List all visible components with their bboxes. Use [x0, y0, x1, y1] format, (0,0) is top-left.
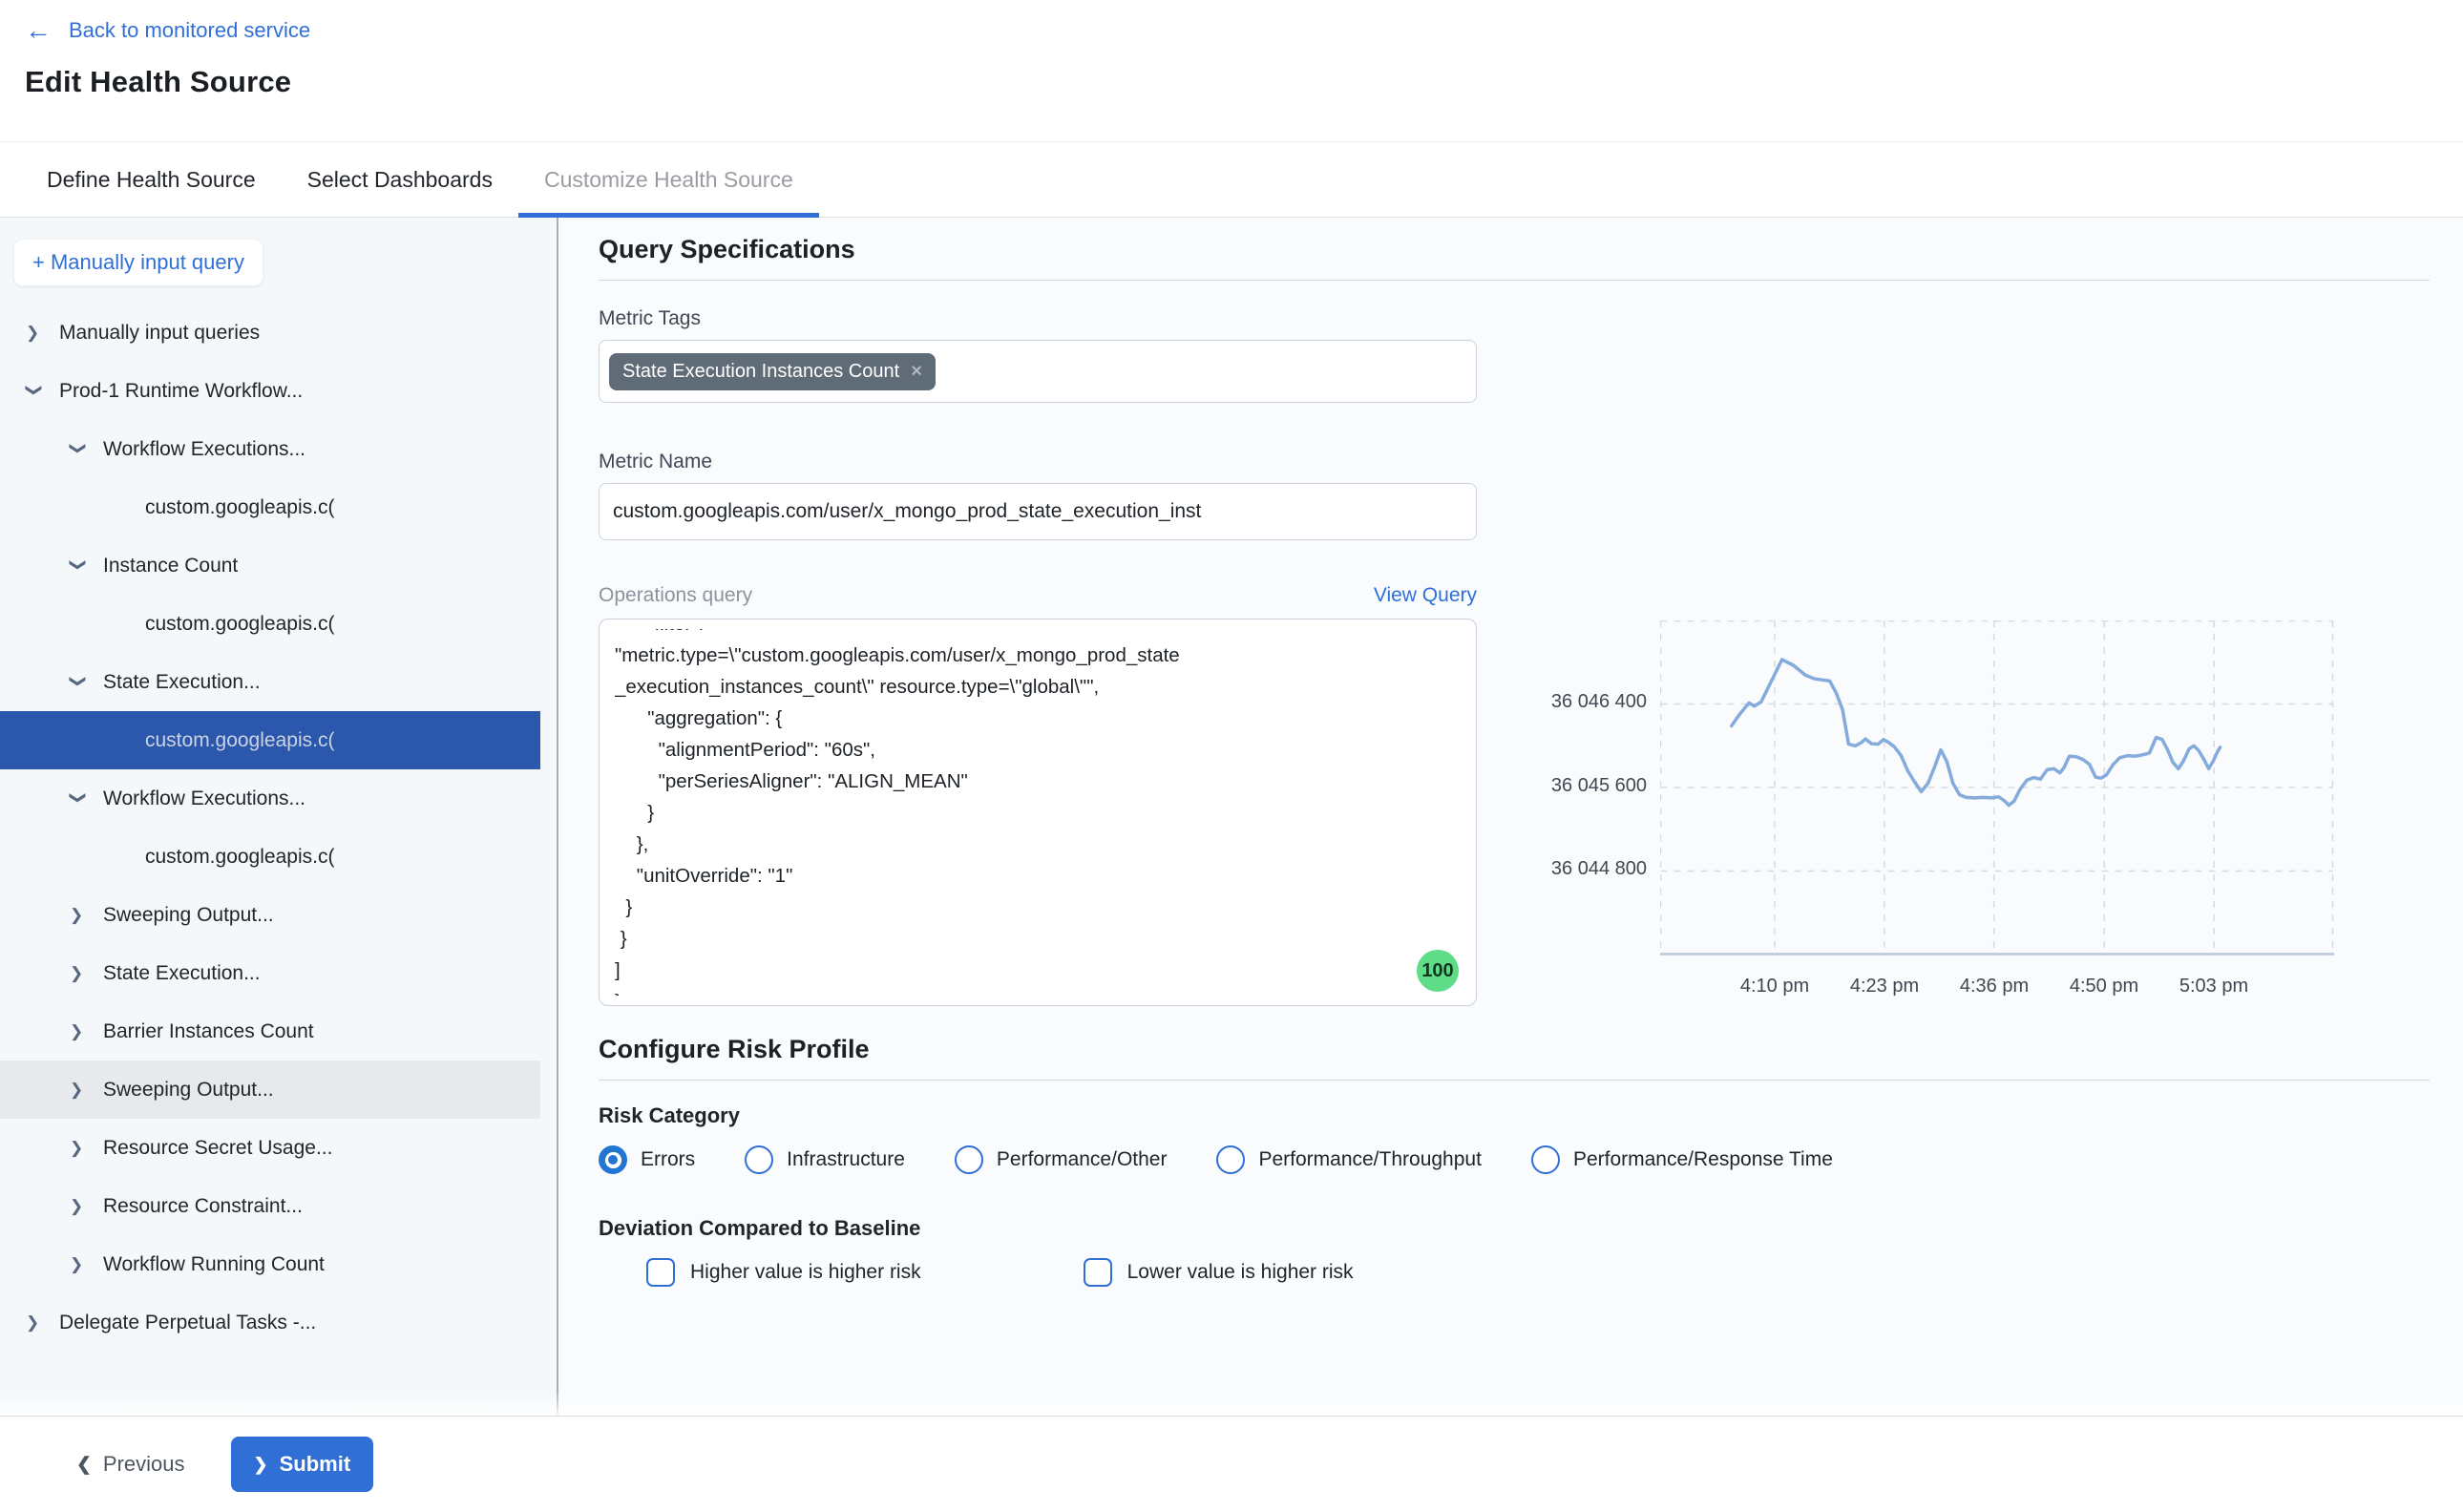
y-axis-label-3: 36 044 800 [1526, 858, 1647, 880]
x-axis-label-3: 4:36 pm [1960, 976, 2029, 998]
tree-leaf-custom-googleapis-2[interactable]: custom.googleapis.c( [0, 595, 540, 653]
wizard-footer: ❮ Previous ❯ Submit [0, 1416, 2463, 1512]
query-score-badge: 100 [1417, 950, 1459, 992]
chevron-right-icon[interactable]: ❯ [70, 1022, 86, 1041]
chevron-right-icon[interactable]: ❯ [70, 1197, 86, 1216]
metric-tags-input[interactable]: State Execution Instances Count × [599, 340, 1477, 403]
content-area: + Manually input query ❯ Manually input … [0, 218, 2463, 1416]
tree-item-state-execution-2[interactable]: ❯ State Execution... [0, 944, 540, 1002]
metric-preview-chart: 36 046 400 36 045 600 36 044 800 [1526, 620, 2463, 1021]
x-axis-label-1: 4:10 pm [1740, 976, 1809, 998]
metric-name-label: Metric Name [599, 451, 2430, 473]
risk-category-radio-group: Errors Infrastructure Performance/Other … [599, 1145, 2430, 1174]
view-query-link[interactable]: View Query [1374, 584, 1477, 607]
radio-performance-other[interactable]: Performance/Other [955, 1145, 1168, 1174]
radio-icon[interactable] [1531, 1145, 1560, 1174]
operations-query-textarea[interactable]: "filter": "metric.type=\"custom.googleap… [599, 619, 1477, 1006]
chevron-right-icon: ❯ [254, 1455, 268, 1475]
checkbox-higher-value-higher-risk[interactable]: Higher value is higher risk [646, 1258, 921, 1287]
tree-item-sweeping-output-2[interactable]: ❯ Sweeping Output... [0, 1060, 540, 1119]
back-link-label: Back to monitored service [69, 18, 310, 43]
tree-item-manually-input-queries[interactable]: ❯ Manually input queries [0, 304, 540, 362]
chevron-down-icon[interactable]: ❯ [69, 557, 88, 574]
radio-performance-throughput[interactable]: Performance/Throughput [1216, 1145, 1481, 1174]
tree-leaf-custom-googleapis-1[interactable]: custom.googleapis.c( [0, 478, 540, 536]
deviation-baseline-label: Deviation Compared to Baseline [599, 1216, 2430, 1241]
tree-item-sweeping-output-1[interactable]: ❯ Sweeping Output... [0, 886, 540, 944]
query-specifications-panel: Query Specifications Metric Tags State E… [558, 218, 2463, 1416]
checkbox-icon[interactable] [1084, 1258, 1112, 1287]
metric-line [1732, 660, 2221, 806]
submit-button[interactable]: ❯ Submit [231, 1437, 374, 1492]
radio-performance-response-time[interactable]: Performance/Response Time [1531, 1145, 1833, 1174]
metric-tree-sidebar: + Manually input query ❯ Manually input … [0, 218, 558, 1416]
chevron-right-icon[interactable]: ❯ [26, 324, 42, 343]
tree-leaf-custom-googleapis-selected[interactable]: custom.googleapis.c( [0, 711, 540, 769]
query-specifications-title: Query Specifications [599, 235, 2430, 264]
x-axis-label-4: 4:50 pm [2070, 976, 2138, 998]
close-icon[interactable]: × [911, 362, 922, 381]
tab-customize-health-source[interactable]: Customize Health Source [518, 142, 819, 217]
tree-item-workflow-executions-2[interactable]: ❯ Workflow Executions... [0, 769, 540, 828]
tree-item-resource-secret-usage[interactable]: ❯ Resource Secret Usage... [0, 1119, 540, 1177]
chevron-down-icon[interactable]: ❯ [69, 674, 88, 690]
section-divider [599, 1080, 2430, 1081]
chevron-right-icon[interactable]: ❯ [70, 1081, 86, 1100]
chevron-right-icon[interactable]: ❯ [70, 1139, 86, 1158]
back-to-monitored-service-link[interactable]: ← Back to monitored service [25, 17, 310, 44]
metric-tags-label: Metric Tags [599, 307, 2430, 330]
wizard-tab-bar: Define Health Source Select Dashboards C… [0, 141, 2463, 218]
checkbox-lower-value-higher-risk[interactable]: Lower value is higher risk [1084, 1258, 1354, 1287]
page-header: ← Back to monitored service Edit Health … [0, 0, 2463, 141]
tree-item-workflow-running-count[interactable]: ❯ Workflow Running Count [0, 1235, 540, 1293]
tab-select-dashboards[interactable]: Select Dashboards [282, 142, 518, 217]
chevron-down-icon[interactable]: ❯ [69, 441, 88, 457]
chevron-right-icon[interactable]: ❯ [26, 1313, 42, 1333]
metric-tag-chip: State Execution Instances Count × [609, 353, 936, 390]
section-divider [599, 280, 2430, 281]
tree-item-resource-constraint[interactable]: ❯ Resource Constraint... [0, 1177, 540, 1235]
tree-item-state-execution-1[interactable]: ❯ State Execution... [0, 653, 540, 711]
radio-infrastructure[interactable]: Infrastructure [745, 1145, 905, 1174]
radio-icon[interactable] [745, 1145, 773, 1174]
checkbox-icon[interactable] [646, 1258, 675, 1287]
radio-icon[interactable] [1216, 1145, 1245, 1174]
add-manual-query-button[interactable]: + Manually input query [13, 239, 263, 286]
y-axis-label-1: 36 046 400 [1526, 691, 1647, 713]
chevron-right-icon[interactable]: ❯ [70, 1255, 86, 1274]
deviation-checkbox-group: Higher value is higher risk Lower value … [599, 1258, 2430, 1287]
page-title: Edit Health Source [25, 65, 2463, 99]
tree-leaf-custom-googleapis-3[interactable]: custom.googleapis.c( [0, 828, 540, 886]
y-axis-label-2: 36 045 600 [1526, 775, 1647, 797]
metric-name-input[interactable] [599, 483, 1477, 540]
chevron-right-icon[interactable]: ❯ [70, 906, 86, 925]
tab-define-health-source[interactable]: Define Health Source [21, 142, 282, 217]
chevron-down-icon[interactable]: ❯ [25, 383, 44, 399]
metric-tag-chip-label: State Execution Instances Count [622, 361, 899, 383]
previous-button[interactable]: ❮ Previous [76, 1452, 185, 1477]
tree-item-barrier-instances-count[interactable]: ❯ Barrier Instances Count [0, 1002, 540, 1060]
tree-item-prod1-runtime-workflow[interactable]: ❯ Prod-1 Runtime Workflow... [0, 362, 540, 420]
query-text: "filter": "metric.type=\"custom.googleap… [615, 629, 1461, 996]
chart-plot [1660, 620, 2334, 956]
query-clip: "filter": "metric.type=\"custom.googleap… [615, 629, 1461, 996]
radio-selected-icon[interactable] [599, 1145, 627, 1174]
tree-item-instance-count[interactable]: ❯ Instance Count [0, 536, 540, 595]
risk-category-label: Risk Category [599, 1103, 2430, 1128]
chevron-down-icon[interactable]: ❯ [69, 790, 88, 807]
operations-query-label: Operations query [599, 584, 752, 607]
chevron-left-icon: ❮ [76, 1454, 92, 1476]
x-axis-label-2: 4:23 pm [1850, 976, 1919, 998]
tree-item-workflow-executions-1[interactable]: ❯ Workflow Executions... [0, 420, 540, 478]
radio-errors[interactable]: Errors [599, 1145, 695, 1174]
tree-item-delegate-perpetual-tasks[interactable]: ❯ Delegate Perpetual Tasks -... [0, 1293, 540, 1352]
configure-risk-profile-title: Configure Risk Profile [599, 1035, 2430, 1064]
x-axis-label-5: 5:03 pm [2179, 976, 2248, 998]
back-arrow-icon: ← [25, 17, 52, 44]
radio-icon[interactable] [955, 1145, 983, 1174]
chevron-right-icon[interactable]: ❯ [70, 964, 86, 983]
